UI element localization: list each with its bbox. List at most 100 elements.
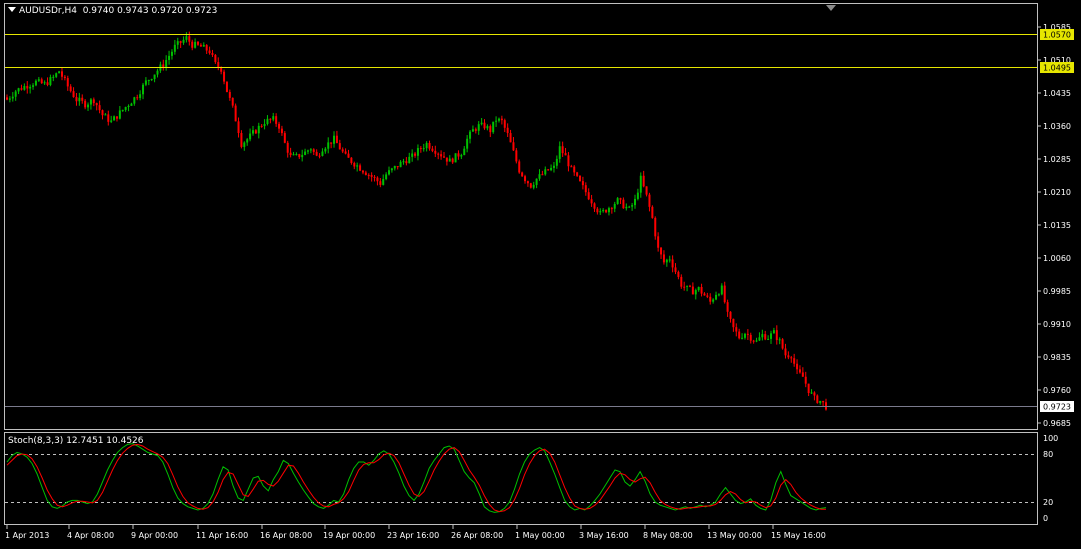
- candle-body: [767, 338, 770, 340]
- candle-body: [503, 120, 506, 128]
- candle-body: [170, 51, 173, 56]
- candle-body: [182, 39, 185, 43]
- candle-body: [98, 105, 101, 111]
- candle-body: [408, 156, 411, 164]
- candle-body: [535, 178, 538, 185]
- candle-body: [89, 99, 92, 105]
- candle-body: [813, 392, 816, 396]
- candle-body: [338, 143, 341, 150]
- candle-body: [234, 105, 237, 122]
- candle-body: [127, 105, 130, 108]
- candle-body: [414, 153, 417, 156]
- candle-body: [40, 79, 43, 84]
- candle-body: [411, 153, 414, 157]
- bid-price-label: 0.9723: [1043, 403, 1071, 412]
- chart-shift-marker-icon[interactable]: [826, 5, 836, 11]
- candle-body: [486, 126, 489, 129]
- candle-body: [442, 156, 445, 158]
- candle-body: [477, 124, 480, 131]
- candle-body: [529, 183, 532, 188]
- candle-body: [162, 64, 165, 68]
- candle-body: [602, 209, 605, 212]
- candle-body: [428, 142, 431, 149]
- open-value: 0.9740: [82, 6, 115, 16]
- candle-body: [781, 339, 784, 349]
- candle-body: [489, 126, 492, 133]
- time-axis: 1 Apr 2013 4 Apr 08:00 9 Apr 00:00 11 Apr 1…: [5, 525, 826, 540]
- candle-body: [286, 142, 289, 153]
- candle-body: [822, 400, 825, 403]
- candle-body: [283, 133, 286, 143]
- time-tick-label: 13 May 00:00: [707, 531, 762, 540]
- candle-body: [396, 165, 399, 168]
- low-value: 0.9720: [151, 6, 183, 16]
- candle-body: [379, 181, 382, 185]
- candle-body: [49, 77, 52, 85]
- candle-body: [263, 123, 266, 127]
- candle-body: [359, 165, 362, 171]
- indicator-panel-frame: [4, 432, 1038, 525]
- candle-body: [512, 142, 515, 151]
- candle-body: [619, 198, 622, 200]
- candle-body: [448, 158, 451, 162]
- candle-body: [11, 96, 14, 99]
- candle-body: [185, 36, 188, 40]
- candle-body: [318, 155, 321, 157]
- candle-body: [335, 135, 338, 144]
- candle-body: [199, 44, 202, 47]
- candle-body: [266, 118, 269, 124]
- candle-body: [434, 150, 437, 154]
- candle-body: [729, 311, 732, 319]
- candle-body: [298, 154, 301, 158]
- candle-body: [240, 133, 243, 147]
- candle-body: [20, 88, 23, 90]
- candle-body: [497, 118, 500, 121]
- time-tick-label: 19 Apr 00:00: [323, 531, 375, 540]
- candle-body: [295, 154, 298, 156]
- candles[interactable]: [6, 31, 827, 411]
- candle-body: [356, 165, 359, 167]
- price-tick-label: 1.0135: [1043, 221, 1071, 230]
- candle-body: [118, 110, 121, 119]
- stochastic-panel[interactable]: 100 80 20 0: [5, 434, 1058, 523]
- candle-body: [361, 170, 364, 173]
- candle-body: [819, 400, 822, 403]
- chart-canvas[interactable]: 1.05851.05101.04351.03601.02851.02101.01…: [0, 0, 1081, 545]
- horizontal-levels[interactable]: 1.0570 1.0495 0.9723: [5, 29, 1074, 412]
- candle-body: [217, 62, 220, 68]
- candle-body: [63, 76, 66, 79]
- candle-body: [280, 128, 283, 134]
- candle-body: [628, 206, 631, 208]
- candle-body: [697, 286, 700, 291]
- candle-body: [671, 259, 674, 268]
- candle-body: [668, 259, 671, 261]
- candle-body: [741, 337, 744, 339]
- time-tick-label: 26 Apr 08:00: [451, 531, 503, 540]
- candle-body: [165, 60, 168, 68]
- candle-body: [700, 286, 703, 294]
- candle-body: [69, 86, 72, 92]
- chart-window[interactable]: 1.0585 1.0510 1.0435 1.0360 1.0285 1.0210 1.01…: [0, 0, 1081, 545]
- chart-menu-triangle-icon[interactable]: [8, 7, 16, 12]
- candle-body: [613, 204, 616, 209]
- price-tick-label: 1.0285: [1043, 155, 1071, 164]
- candle-body: [370, 175, 373, 177]
- candle-body: [500, 118, 503, 121]
- candle-body: [14, 91, 17, 97]
- candle-body: [55, 73, 58, 77]
- candle-body: [399, 161, 402, 168]
- candle-body: [796, 363, 799, 370]
- candle-body: [784, 348, 787, 356]
- candle-body: [665, 259, 668, 263]
- candle-body: [72, 91, 75, 98]
- candle-body: [654, 217, 657, 237]
- candle-body: [211, 53, 214, 55]
- candle-body: [115, 116, 118, 119]
- candle-body: [327, 142, 330, 149]
- candle-body: [816, 395, 819, 403]
- candle-body: [87, 104, 90, 108]
- candle-body: [92, 99, 95, 104]
- candle-body: [746, 333, 749, 335]
- candle-body: [752, 340, 755, 342]
- price-level-label: 1.0570: [1043, 31, 1071, 40]
